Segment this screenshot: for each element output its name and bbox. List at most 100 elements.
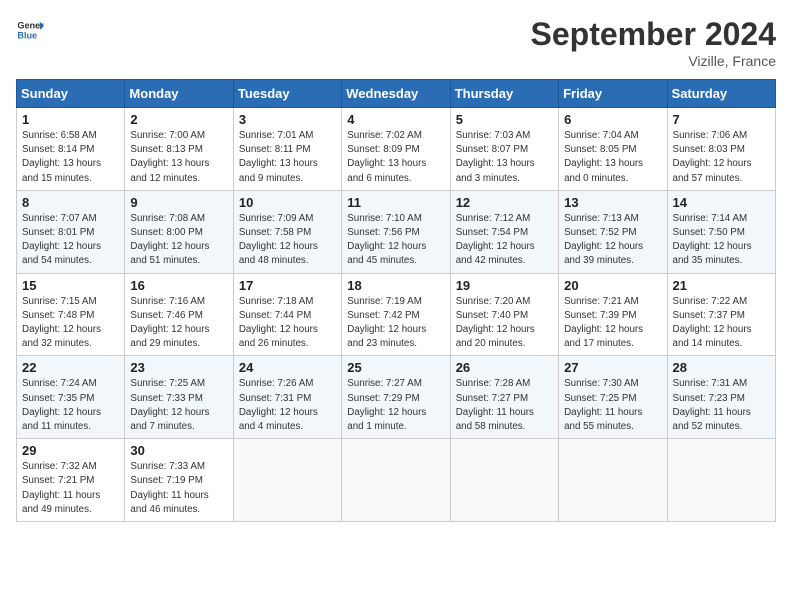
header-row: SundayMondayTuesdayWednesdayThursdayFrid… bbox=[17, 80, 776, 108]
calendar-cell: 11 Sunrise: 7:10 AM Sunset: 7:56 PM Dayli… bbox=[342, 190, 450, 273]
day-detail: Sunrise: 7:30 AM Sunset: 7:25 PM Dayligh… bbox=[564, 377, 661, 434]
calendar-cell: 24Sunrise: 7:26 AM Sunset: 7:31 PM Dayli… bbox=[233, 356, 341, 439]
calendar-cell: 14Sunrise: 7:14 AM Sunset: 7:50 PM Dayli… bbox=[667, 190, 775, 273]
calendar-cell: 25 Sunrise: 7:27 AM Sunset: 7:29 PM Dayli… bbox=[342, 356, 450, 439]
day-detail: Sunrise: 7:22 AM Sunset: 7:37 PM Dayligh… bbox=[673, 295, 770, 352]
calendar-cell: 30Sunrise: 7:33 AM Sunset: 7:19 PM Dayli… bbox=[125, 439, 233, 522]
day-detail: Sunrise: 7:32 AM Sunset: 7:21 PM Dayligh… bbox=[22, 460, 119, 517]
day-number: 2 bbox=[130, 112, 227, 127]
day-detail: Sunrise: 6:58 AM Sunset: 8:14 PM Dayligh… bbox=[22, 129, 119, 186]
calendar-week-3: 15 Sunrise: 7:15 AM Sunset: 7:48 PM Dayli… bbox=[17, 273, 776, 356]
day-number: 18 bbox=[347, 278, 444, 293]
day-number: 19 bbox=[456, 278, 553, 293]
day-number: 11 bbox=[347, 195, 444, 210]
location: Vizille, France bbox=[531, 53, 776, 69]
day-number: 3 bbox=[239, 112, 336, 127]
day-detail: Sunrise: 7:18 AM Sunset: 7:44 PM Dayligh… bbox=[239, 295, 336, 352]
logo: General Blue bbox=[16, 16, 44, 44]
calendar-cell: 3 Sunrise: 7:01 AM Sunset: 8:11 PM Daylig… bbox=[233, 108, 341, 191]
day-detail: Sunrise: 7:31 AM Sunset: 7:23 PM Dayligh… bbox=[673, 377, 770, 434]
day-number: 20 bbox=[564, 278, 661, 293]
day-number: 25 bbox=[347, 360, 444, 375]
day-detail: Sunrise: 7:16 AM Sunset: 7:46 PM Dayligh… bbox=[130, 295, 227, 352]
day-number: 5 bbox=[456, 112, 553, 127]
day-header-tuesday: Tuesday bbox=[233, 80, 341, 108]
day-detail: Sunrise: 7:21 AM Sunset: 7:39 PM Dayligh… bbox=[564, 295, 661, 352]
calendar-cell: 29 Sunrise: 7:32 AM Sunset: 7:21 PM Dayli… bbox=[17, 439, 125, 522]
calendar-week-2: 8 Sunrise: 7:07 AM Sunset: 8:01 PM Daylig… bbox=[17, 190, 776, 273]
calendar-cell: 20 Sunrise: 7:21 AM Sunset: 7:39 PM Dayli… bbox=[559, 273, 667, 356]
day-detail: Sunrise: 7:00 AM Sunset: 8:13 PM Dayligh… bbox=[130, 129, 227, 186]
calendar-cell bbox=[450, 439, 558, 522]
calendar-cell bbox=[559, 439, 667, 522]
day-detail: Sunrise: 7:13 AM Sunset: 7:52 PM Dayligh… bbox=[564, 212, 661, 269]
calendar-cell bbox=[342, 439, 450, 522]
calendar-cell: 2 Sunrise: 7:00 AM Sunset: 8:13 PM Daylig… bbox=[125, 108, 233, 191]
calendar-cell: 5 Sunrise: 7:03 AM Sunset: 8:07 PM Daylig… bbox=[450, 108, 558, 191]
calendar-cell: 21Sunrise: 7:22 AM Sunset: 7:37 PM Dayli… bbox=[667, 273, 775, 356]
day-number: 1 bbox=[22, 112, 119, 127]
day-header-saturday: Saturday bbox=[667, 80, 775, 108]
day-detail: Sunrise: 7:12 AM Sunset: 7:54 PM Dayligh… bbox=[456, 212, 553, 269]
day-number: 15 bbox=[22, 278, 119, 293]
day-number: 26 bbox=[456, 360, 553, 375]
calendar-cell: 18 Sunrise: 7:19 AM Sunset: 7:42 PM Dayli… bbox=[342, 273, 450, 356]
day-detail: Sunrise: 7:15 AM Sunset: 7:48 PM Dayligh… bbox=[22, 295, 119, 352]
day-header-friday: Friday bbox=[559, 80, 667, 108]
page-header: General Blue September 2024 Vizille, Fra… bbox=[16, 16, 776, 69]
day-header-wednesday: Wednesday bbox=[342, 80, 450, 108]
day-number: 4 bbox=[347, 112, 444, 127]
day-detail: Sunrise: 7:25 AM Sunset: 7:33 PM Dayligh… bbox=[130, 377, 227, 434]
day-detail: Sunrise: 7:09 AM Sunset: 7:58 PM Dayligh… bbox=[239, 212, 336, 269]
day-detail: Sunrise: 7:06 AM Sunset: 8:03 PM Dayligh… bbox=[673, 129, 770, 186]
day-number: 14 bbox=[673, 195, 770, 210]
day-number: 23 bbox=[130, 360, 227, 375]
calendar-cell: 28 Sunrise: 7:31 AM Sunset: 7:23 PM Dayli… bbox=[667, 356, 775, 439]
day-number: 10 bbox=[239, 195, 336, 210]
day-number: 28 bbox=[673, 360, 770, 375]
day-detail: Sunrise: 7:01 AM Sunset: 8:11 PM Dayligh… bbox=[239, 129, 336, 186]
svg-text:Blue: Blue bbox=[17, 30, 37, 40]
calendar-cell: 4 Sunrise: 7:02 AM Sunset: 8:09 PM Daylig… bbox=[342, 108, 450, 191]
day-number: 8 bbox=[22, 195, 119, 210]
day-number: 13 bbox=[564, 195, 661, 210]
day-number: 7 bbox=[673, 112, 770, 127]
calendar-table: SundayMondayTuesdayWednesdayThursdayFrid… bbox=[16, 79, 776, 522]
title-block: September 2024 Vizille, France bbox=[531, 16, 776, 69]
day-detail: Sunrise: 7:33 AM Sunset: 7:19 PM Dayligh… bbox=[130, 460, 227, 517]
day-number: 17 bbox=[239, 278, 336, 293]
calendar-cell: 16 Sunrise: 7:16 AM Sunset: 7:46 PM Dayli… bbox=[125, 273, 233, 356]
day-detail: Sunrise: 7:04 AM Sunset: 8:05 PM Dayligh… bbox=[564, 129, 661, 186]
calendar-cell: 10 Sunrise: 7:09 AM Sunset: 7:58 PM Dayli… bbox=[233, 190, 341, 273]
day-detail: Sunrise: 7:02 AM Sunset: 8:09 PM Dayligh… bbox=[347, 129, 444, 186]
calendar-cell: 17 Sunrise: 7:18 AM Sunset: 7:44 PM Dayli… bbox=[233, 273, 341, 356]
day-header-thursday: Thursday bbox=[450, 80, 558, 108]
day-number: 29 bbox=[22, 443, 119, 458]
month-title: September 2024 bbox=[531, 16, 776, 53]
calendar-cell bbox=[667, 439, 775, 522]
day-number: 16 bbox=[130, 278, 227, 293]
day-detail: Sunrise: 7:28 AM Sunset: 7:27 PM Dayligh… bbox=[456, 377, 553, 434]
calendar-cell: 13 Sunrise: 7:13 AM Sunset: 7:52 PM Dayli… bbox=[559, 190, 667, 273]
day-detail: Sunrise: 7:19 AM Sunset: 7:42 PM Dayligh… bbox=[347, 295, 444, 352]
calendar-cell: 22 Sunrise: 7:24 AM Sunset: 7:35 PM Dayli… bbox=[17, 356, 125, 439]
calendar-week-5: 29 Sunrise: 7:32 AM Sunset: 7:21 PM Dayli… bbox=[17, 439, 776, 522]
day-number: 6 bbox=[564, 112, 661, 127]
day-detail: Sunrise: 7:10 AM Sunset: 7:56 PM Dayligh… bbox=[347, 212, 444, 269]
calendar-cell bbox=[233, 439, 341, 522]
day-number: 12 bbox=[456, 195, 553, 210]
day-detail: Sunrise: 7:03 AM Sunset: 8:07 PM Dayligh… bbox=[456, 129, 553, 186]
day-header-sunday: Sunday bbox=[17, 80, 125, 108]
calendar-cell: 23 Sunrise: 7:25 AM Sunset: 7:33 PM Dayli… bbox=[125, 356, 233, 439]
calendar-cell: 26 Sunrise: 7:28 AM Sunset: 7:27 PM Dayli… bbox=[450, 356, 558, 439]
day-detail: Sunrise: 7:27 AM Sunset: 7:29 PM Dayligh… bbox=[347, 377, 444, 434]
day-header-monday: Monday bbox=[125, 80, 233, 108]
logo-icon: General Blue bbox=[16, 16, 44, 44]
day-detail: Sunrise: 7:07 AM Sunset: 8:01 PM Dayligh… bbox=[22, 212, 119, 269]
calendar-cell: 9Sunrise: 7:08 AM Sunset: 8:00 PM Daylig… bbox=[125, 190, 233, 273]
day-number: 9 bbox=[130, 195, 227, 210]
day-number: 27 bbox=[564, 360, 661, 375]
day-detail: Sunrise: 7:24 AM Sunset: 7:35 PM Dayligh… bbox=[22, 377, 119, 434]
day-number: 22 bbox=[22, 360, 119, 375]
calendar-cell: 27 Sunrise: 7:30 AM Sunset: 7:25 PM Dayli… bbox=[559, 356, 667, 439]
